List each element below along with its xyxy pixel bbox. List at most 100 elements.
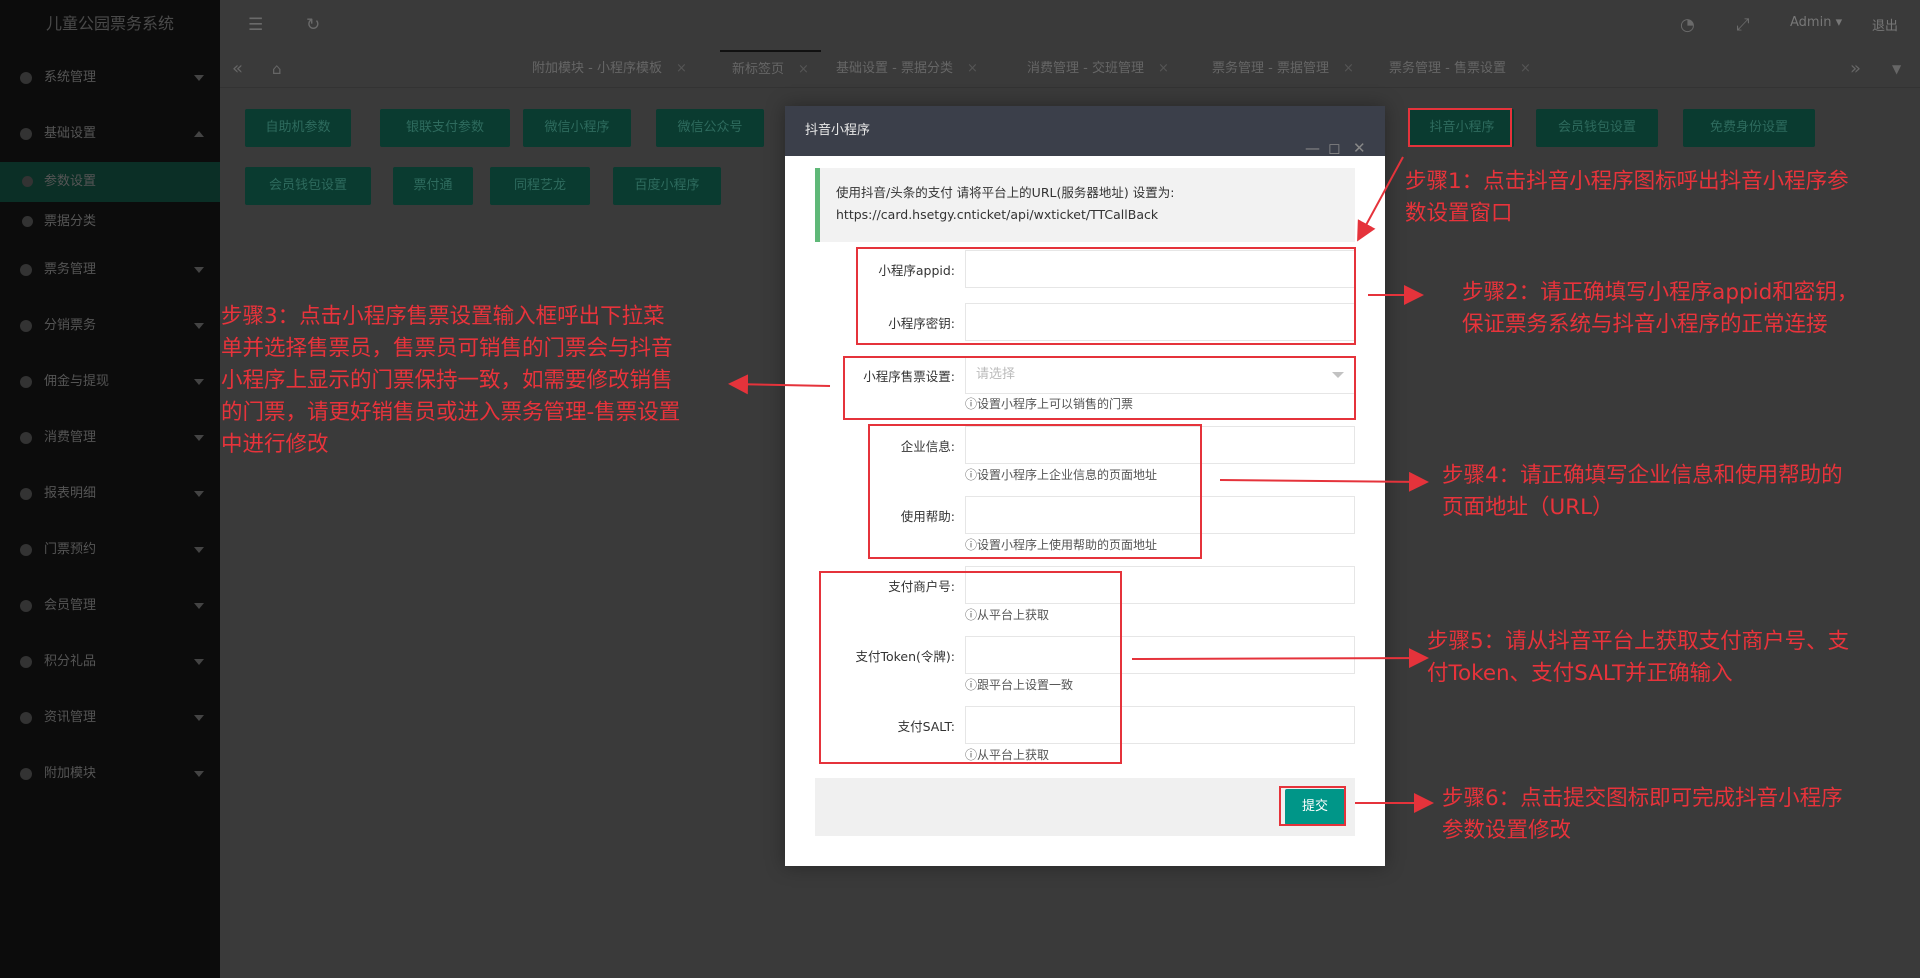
- tabs-next-icon[interactable]: »: [1850, 58, 1861, 79]
- sidebar-item-label: 佣金与提现: [44, 374, 110, 389]
- sidebar-item[interactable]: 票务管理: [0, 242, 220, 298]
- step2-line1: 步骤2：请正确填写小程序appid和密钥，: [1462, 280, 1859, 305]
- sidebar-item[interactable]: 消费管理: [0, 410, 220, 466]
- tab[interactable]: 票务管理 - 售票设置 ×: [1377, 50, 1543, 88]
- chevron-down-icon: [194, 379, 204, 385]
- maximize-icon[interactable]: ◻: [1328, 123, 1340, 173]
- menu-dot-icon: [20, 432, 32, 444]
- sidebar-item[interactable]: 系统管理: [0, 50, 220, 106]
- home-icon[interactable]: ⌂: [272, 60, 282, 78]
- chevron-down-icon: [194, 771, 204, 777]
- step3-line4: 的门票，请更好销售员或进入票务管理-售票设置: [221, 400, 681, 425]
- menu-dot-icon: [20, 488, 32, 500]
- menu-dot-icon: [20, 376, 32, 388]
- tab[interactable]: 新标签页 ×: [720, 50, 821, 88]
- param-button[interactable]: 银联支付参数: [380, 109, 510, 147]
- param-button[interactable]: 同程艺龙: [490, 167, 590, 205]
- menu-dot-icon: [20, 712, 32, 724]
- chevron-up-icon: [194, 131, 204, 137]
- sidebar-subitem[interactable]: 参数设置: [0, 162, 220, 202]
- sidebar-item[interactable]: 会员管理: [0, 578, 220, 634]
- tab[interactable]: 消费管理 - 交班管理 ×: [1015, 50, 1181, 88]
- sidebar-item[interactable]: 分销票务: [0, 298, 220, 354]
- gear-icon: [20, 72, 32, 84]
- close-icon[interactable]: ×: [967, 61, 978, 76]
- step1-annotation: 步骤1：点击抖音小程序图标呼出抖音小程序参 数设置窗口: [1405, 166, 1849, 230]
- tab[interactable]: 基础设置 - 票据分类 ×: [824, 50, 990, 88]
- menu-dot-icon: [20, 128, 32, 140]
- sidebar-item-label: 报表明细: [44, 486, 97, 501]
- close-icon[interactable]: ×: [676, 61, 687, 76]
- chevron-down-icon: [194, 715, 204, 721]
- dialog-footer: 提交: [815, 778, 1355, 836]
- sidebar-item[interactable]: 积分礼品: [0, 634, 220, 690]
- step6-annotation: 步骤6：点击提交图标即可完成抖音小程序 参数设置修改: [1442, 783, 1843, 847]
- sidebar-item-label: 分销票务: [44, 318, 97, 333]
- callback-url-notice: 使用抖音/头条的支付 请将平台上的URL(服务器地址) 设置为: https:/…: [815, 168, 1355, 242]
- param-button[interactable]: 票付通: [393, 167, 473, 205]
- chevron-down-icon: [194, 323, 204, 329]
- tab-label: 附加模块 - 小程序模板: [532, 61, 662, 76]
- tab-label: 消费管理 - 交班管理: [1027, 61, 1144, 76]
- param-button[interactable]: 自助机参数: [245, 109, 351, 147]
- sidebar-item[interactable]: 资讯管理: [0, 690, 220, 746]
- param-button[interactable]: 会员钱包设置: [1536, 109, 1658, 147]
- chevron-down-icon: [194, 491, 204, 497]
- highlight-submit: [1279, 786, 1346, 826]
- sidebar-item-label: 消费管理: [44, 430, 97, 445]
- param-button[interactable]: 微信小程序: [523, 109, 631, 147]
- param-button[interactable]: 免费身份设置: [1683, 109, 1815, 147]
- step5-line1: 步骤5：请从抖音平台上获取支付商户号、支: [1427, 629, 1850, 654]
- chevron-down-icon: [194, 267, 204, 273]
- sidebar-item-label: 资讯管理: [44, 710, 97, 725]
- close-icon[interactable]: ×: [1158, 61, 1169, 76]
- sidebar-item[interactable]: 附加模块: [0, 746, 220, 802]
- menu-fold-icon[interactable]: ☰: [248, 15, 263, 35]
- fullscreen-icon[interactable]: ⤢: [1736, 15, 1750, 35]
- sidebar-item[interactable]: 报表明细: [0, 466, 220, 522]
- user-name: Admin: [1790, 15, 1832, 30]
- param-button[interactable]: 百度小程序: [613, 167, 721, 205]
- tabs-prev-icon[interactable]: «: [232, 58, 243, 79]
- tab[interactable]: 票务管理 - 票据管理 ×: [1200, 50, 1366, 88]
- step3-line1: 步骤3：点击小程序售票设置输入框呼出下拉菜: [221, 304, 665, 329]
- sidebar-item[interactable]: 基础设置: [0, 106, 220, 162]
- sidebar-item-label: 附加模块: [44, 766, 97, 781]
- step5-line2: 付Token、支付SALT并正确输入: [1427, 661, 1733, 686]
- sidebar-item[interactable]: 门票预约: [0, 522, 220, 578]
- step3-line2: 单并选择售票员，售票员可销售的门票会与抖音: [221, 336, 673, 361]
- sidebar: 儿童公园票务系统 系统管理 基础设置 参数设置 票据分类 票务管理 分销票务 佣金与提现 消费…: [0, 0, 220, 978]
- refresh-icon[interactable]: ↻: [306, 15, 320, 35]
- tabs-bar: « ⌂ 附加模块 - 小程序模板 × 新标签页 × 基础设置 - 票据分类 × 消费管理 -…: [220, 50, 1920, 88]
- close-icon[interactable]: ✕: [1353, 123, 1366, 173]
- tab-label: 票务管理 - 票据管理: [1212, 61, 1329, 76]
- minimize-icon[interactable]: —: [1305, 123, 1320, 173]
- theme-icon[interactable]: ◔: [1680, 15, 1695, 35]
- sidebar-subitem[interactable]: 票据分类: [0, 202, 220, 242]
- step3-annotation: 步骤3：点击小程序售票设置输入框呼出下拉菜 单并选择售票员，售票员可销售的门票会…: [221, 301, 680, 461]
- step2-annotation: 步骤2：请正确填写小程序appid和密钥， 保证票务系统与抖音小程序的正常连接: [1462, 277, 1858, 341]
- param-button[interactable]: 会员钱包设置: [245, 167, 371, 205]
- close-icon[interactable]: ×: [1520, 61, 1531, 76]
- tab-label: 基础设置 - 票据分类: [836, 61, 953, 76]
- chevron-down-icon: [194, 659, 204, 665]
- close-icon[interactable]: ×: [1343, 61, 1354, 76]
- tabs-menu-icon[interactable]: ▼: [1892, 62, 1901, 76]
- user-menu[interactable]: Admin ▾: [1790, 15, 1842, 30]
- chevron-down-icon: [194, 603, 204, 609]
- menu-dot-icon: [20, 320, 32, 332]
- param-button[interactable]: 微信公众号: [656, 109, 764, 147]
- sidebar-item-label: 参数设置: [44, 174, 97, 189]
- close-icon[interactable]: ×: [798, 62, 809, 77]
- chevron-down-icon: [194, 75, 204, 81]
- sidebar-item-label: 票据分类: [44, 214, 97, 229]
- sidebar-item[interactable]: 佣金与提现: [0, 354, 220, 410]
- highlight-douyin-button: [1408, 108, 1512, 147]
- sidebar-item-label: 积分礼品: [44, 654, 97, 669]
- logout-link[interactable]: 退出: [1872, 15, 1898, 34]
- step1-line1: 步骤1：点击抖音小程序图标呼出抖音小程序参: [1405, 169, 1849, 194]
- tab-label: 票务管理 - 售票设置: [1389, 61, 1506, 76]
- highlight-company-help: [868, 424, 1202, 559]
- tab[interactable]: 附加模块 - 小程序模板 ×: [520, 50, 699, 88]
- sidebar-item-label: 基础设置: [44, 126, 97, 141]
